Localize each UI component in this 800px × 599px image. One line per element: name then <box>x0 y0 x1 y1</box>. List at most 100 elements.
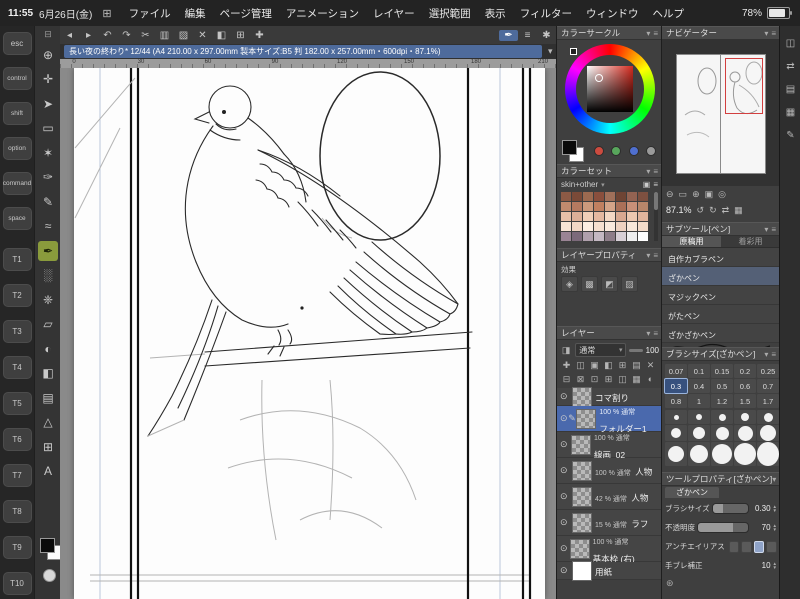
key-shift[interactable]: shift <box>2 102 32 125</box>
brush-size-cell[interactable]: 0.8 <box>665 394 687 408</box>
foreground-color-swatch[interactable] <box>40 538 55 553</box>
key-t6[interactable]: T6 <box>2 428 32 451</box>
flip-horizontal-icon[interactable]: ⇄ <box>722 205 730 216</box>
color-swatch[interactable] <box>583 222 593 231</box>
brush-size-dot-cell[interactable] <box>734 442 756 466</box>
sv-marker[interactable] <box>595 74 603 82</box>
eyedropper-tool[interactable]: ✑ <box>38 167 58 187</box>
brush-size-dot-cell[interactable] <box>711 410 733 424</box>
antialias-weak-button[interactable] <box>741 540 752 553</box>
redo-icon[interactable]: ↷ <box>117 30 136 41</box>
color-swatch[interactable] <box>605 192 615 201</box>
tool-property-panel-header[interactable]: ツールプロパティ[ざかペン] ▾≡ <box>662 472 780 486</box>
layer-thumbnail[interactable] <box>570 434 591 455</box>
brush-size-dot-cell[interactable] <box>757 425 779 441</box>
color-swatch[interactable] <box>561 212 571 221</box>
copy-icon[interactable]: ▥ <box>155 30 174 41</box>
delete-layer-icon[interactable]: ✕ <box>644 360 657 371</box>
menu-help[interactable]: ヘルプ <box>652 6 684 21</box>
gradient-tool[interactable]: ▤ <box>38 388 58 408</box>
color-swatch[interactable] <box>638 192 648 201</box>
key-t3[interactable]: T3 <box>2 320 32 343</box>
key-space[interactable]: space <box>2 207 32 230</box>
delete-icon[interactable]: ✕ <box>193 30 212 41</box>
brush-size-cell[interactable]: 0.25 <box>757 364 779 378</box>
border-effect-icon[interactable]: ◈ <box>561 276 578 292</box>
key-t4[interactable]: T4 <box>2 356 32 379</box>
lock-transparent-icon[interactable]: ▤ <box>630 360 643 371</box>
key-t1[interactable]: T1 <box>2 248 32 271</box>
lock-icon[interactable]: ▣ <box>643 180 651 189</box>
layer-thumbnail[interactable] <box>572 460 592 481</box>
color-swatch[interactable] <box>594 202 604 211</box>
swap-panels-icon[interactable]: ⇄ <box>786 61 794 72</box>
canvas[interactable] <box>60 68 556 599</box>
layer-thumbnail[interactable] <box>572 486 592 507</box>
collapse-icon[interactable]: ▾ <box>646 29 650 38</box>
combine-icon[interactable]: ⊠ <box>574 374 587 385</box>
color-swatch[interactable] <box>594 222 604 231</box>
tool-settings-icon[interactable]: ⊛ <box>666 578 674 589</box>
navigator-preview[interactable] <box>662 40 780 186</box>
brush-size-panel-header[interactable]: ブラシサイズ[ざかペン] ▾ ≡ <box>662 347 780 361</box>
panel-menu-icon[interactable]: ≡ <box>771 29 776 38</box>
selection-tool[interactable]: ▭ <box>38 118 58 138</box>
layer-row-jinbutsu-2[interactable]: ⊙ 42 % 通常 人物 <box>557 484 662 510</box>
menu-view[interactable]: 表示 <box>485 6 506 21</box>
brush-size-cell[interactable]: 1.2 <box>711 394 733 408</box>
transparent-color-swatch[interactable] <box>43 569 56 582</box>
brush-size-dot-cell[interactable] <box>688 442 710 466</box>
pencil-tool[interactable]: ✎ <box>38 192 58 212</box>
main-color-swatch[interactable] <box>562 140 577 155</box>
layer-thumbnail[interactable] <box>572 512 592 533</box>
color-swatch[interactable] <box>594 192 604 201</box>
tone-effect-icon[interactable]: ▩ <box>581 276 598 292</box>
menu-file[interactable]: ファイル <box>129 6 171 21</box>
two-pane-icon[interactable]: ◐ <box>644 374 657 385</box>
brush-size-cell[interactable]: 0.15 <box>711 364 733 378</box>
subtool-item-4[interactable]: がたペン <box>662 305 780 333</box>
zoom-out-icon[interactable]: ⊖ <box>666 189 674 200</box>
key-option[interactable]: option <box>2 137 32 160</box>
eye-icon[interactable]: ⊙ <box>560 543 570 554</box>
grid-icon[interactable]: ⊞ <box>231 30 250 41</box>
brush-size-cell[interactable]: 0.6 <box>734 379 756 393</box>
frame-border-tool[interactable]: ⊞ <box>38 437 58 457</box>
panel-menu-icon[interactable]: ≡ <box>653 329 658 338</box>
reset-view-icon[interactable]: ▦ <box>734 205 743 216</box>
subtool-item-5[interactable]: ざかざかペン <box>662 324 780 352</box>
eye-icon[interactable]: ⊙ <box>560 465 572 476</box>
pen-tool[interactable]: ✒ <box>38 240 58 261</box>
color-swatch[interactable] <box>616 192 626 201</box>
opacity-slider[interactable] <box>629 348 643 352</box>
fill-tool[interactable]: ◧ <box>38 363 58 383</box>
stepper-arrows[interactable]: ▲ ▼ <box>773 504 777 513</box>
text-tool[interactable]: A <box>38 461 58 481</box>
ruler-icon[interactable]: ⊞ <box>602 374 615 385</box>
stepper-arrows[interactable]: ▲ ▼ <box>773 523 777 532</box>
pen-mode-icon[interactable]: ✒ <box>499 29 518 41</box>
operation-tool[interactable]: ➤ <box>38 94 58 114</box>
color-swatch[interactable] <box>572 222 582 231</box>
menu-edit[interactable]: 編集 <box>185 6 206 21</box>
subtool-item-1[interactable]: 自作カブラペン <box>662 248 780 276</box>
eraser-tool[interactable]: ▱ <box>38 314 58 334</box>
tool-palette-menu-icon[interactable]: ⊟ <box>35 29 61 40</box>
layer-thumbnail[interactable] <box>569 538 590 559</box>
antialias-middle-button[interactable] <box>753 540 765 553</box>
color-swatch[interactable] <box>594 212 604 221</box>
layer-row-senga02[interactable]: ⊙ 100 % 通常 線画_02 <box>557 432 662 460</box>
tab-list-chevron-icon[interactable]: ▾ <box>548 46 553 57</box>
color-set-selector[interactable]: skin+other ▾ ▣ ≡ <box>557 178 662 191</box>
layer-row-jinbutsu-1[interactable]: ⊙ 100 % 通常 人物 <box>557 458 662 484</box>
layer-thumbnail[interactable] <box>576 408 597 429</box>
layer-panel-header[interactable]: レイヤー ▾ ≡ <box>557 326 662 340</box>
auto-select-tool[interactable]: ✶ <box>38 143 58 163</box>
panel-menu-icon[interactable]: ≡ <box>771 350 776 359</box>
panel-menu-icon[interactable]: ≡ <box>653 251 658 260</box>
panel-menu-icon[interactable]: ≡ <box>653 167 658 176</box>
key-esc[interactable]: esc <box>2 32 32 55</box>
color-set-panel-header[interactable]: カラーセット ▾ ≡ <box>557 164 662 178</box>
undo-icon[interactable]: ↶ <box>98 30 117 41</box>
color-swatch[interactable] <box>572 232 582 241</box>
